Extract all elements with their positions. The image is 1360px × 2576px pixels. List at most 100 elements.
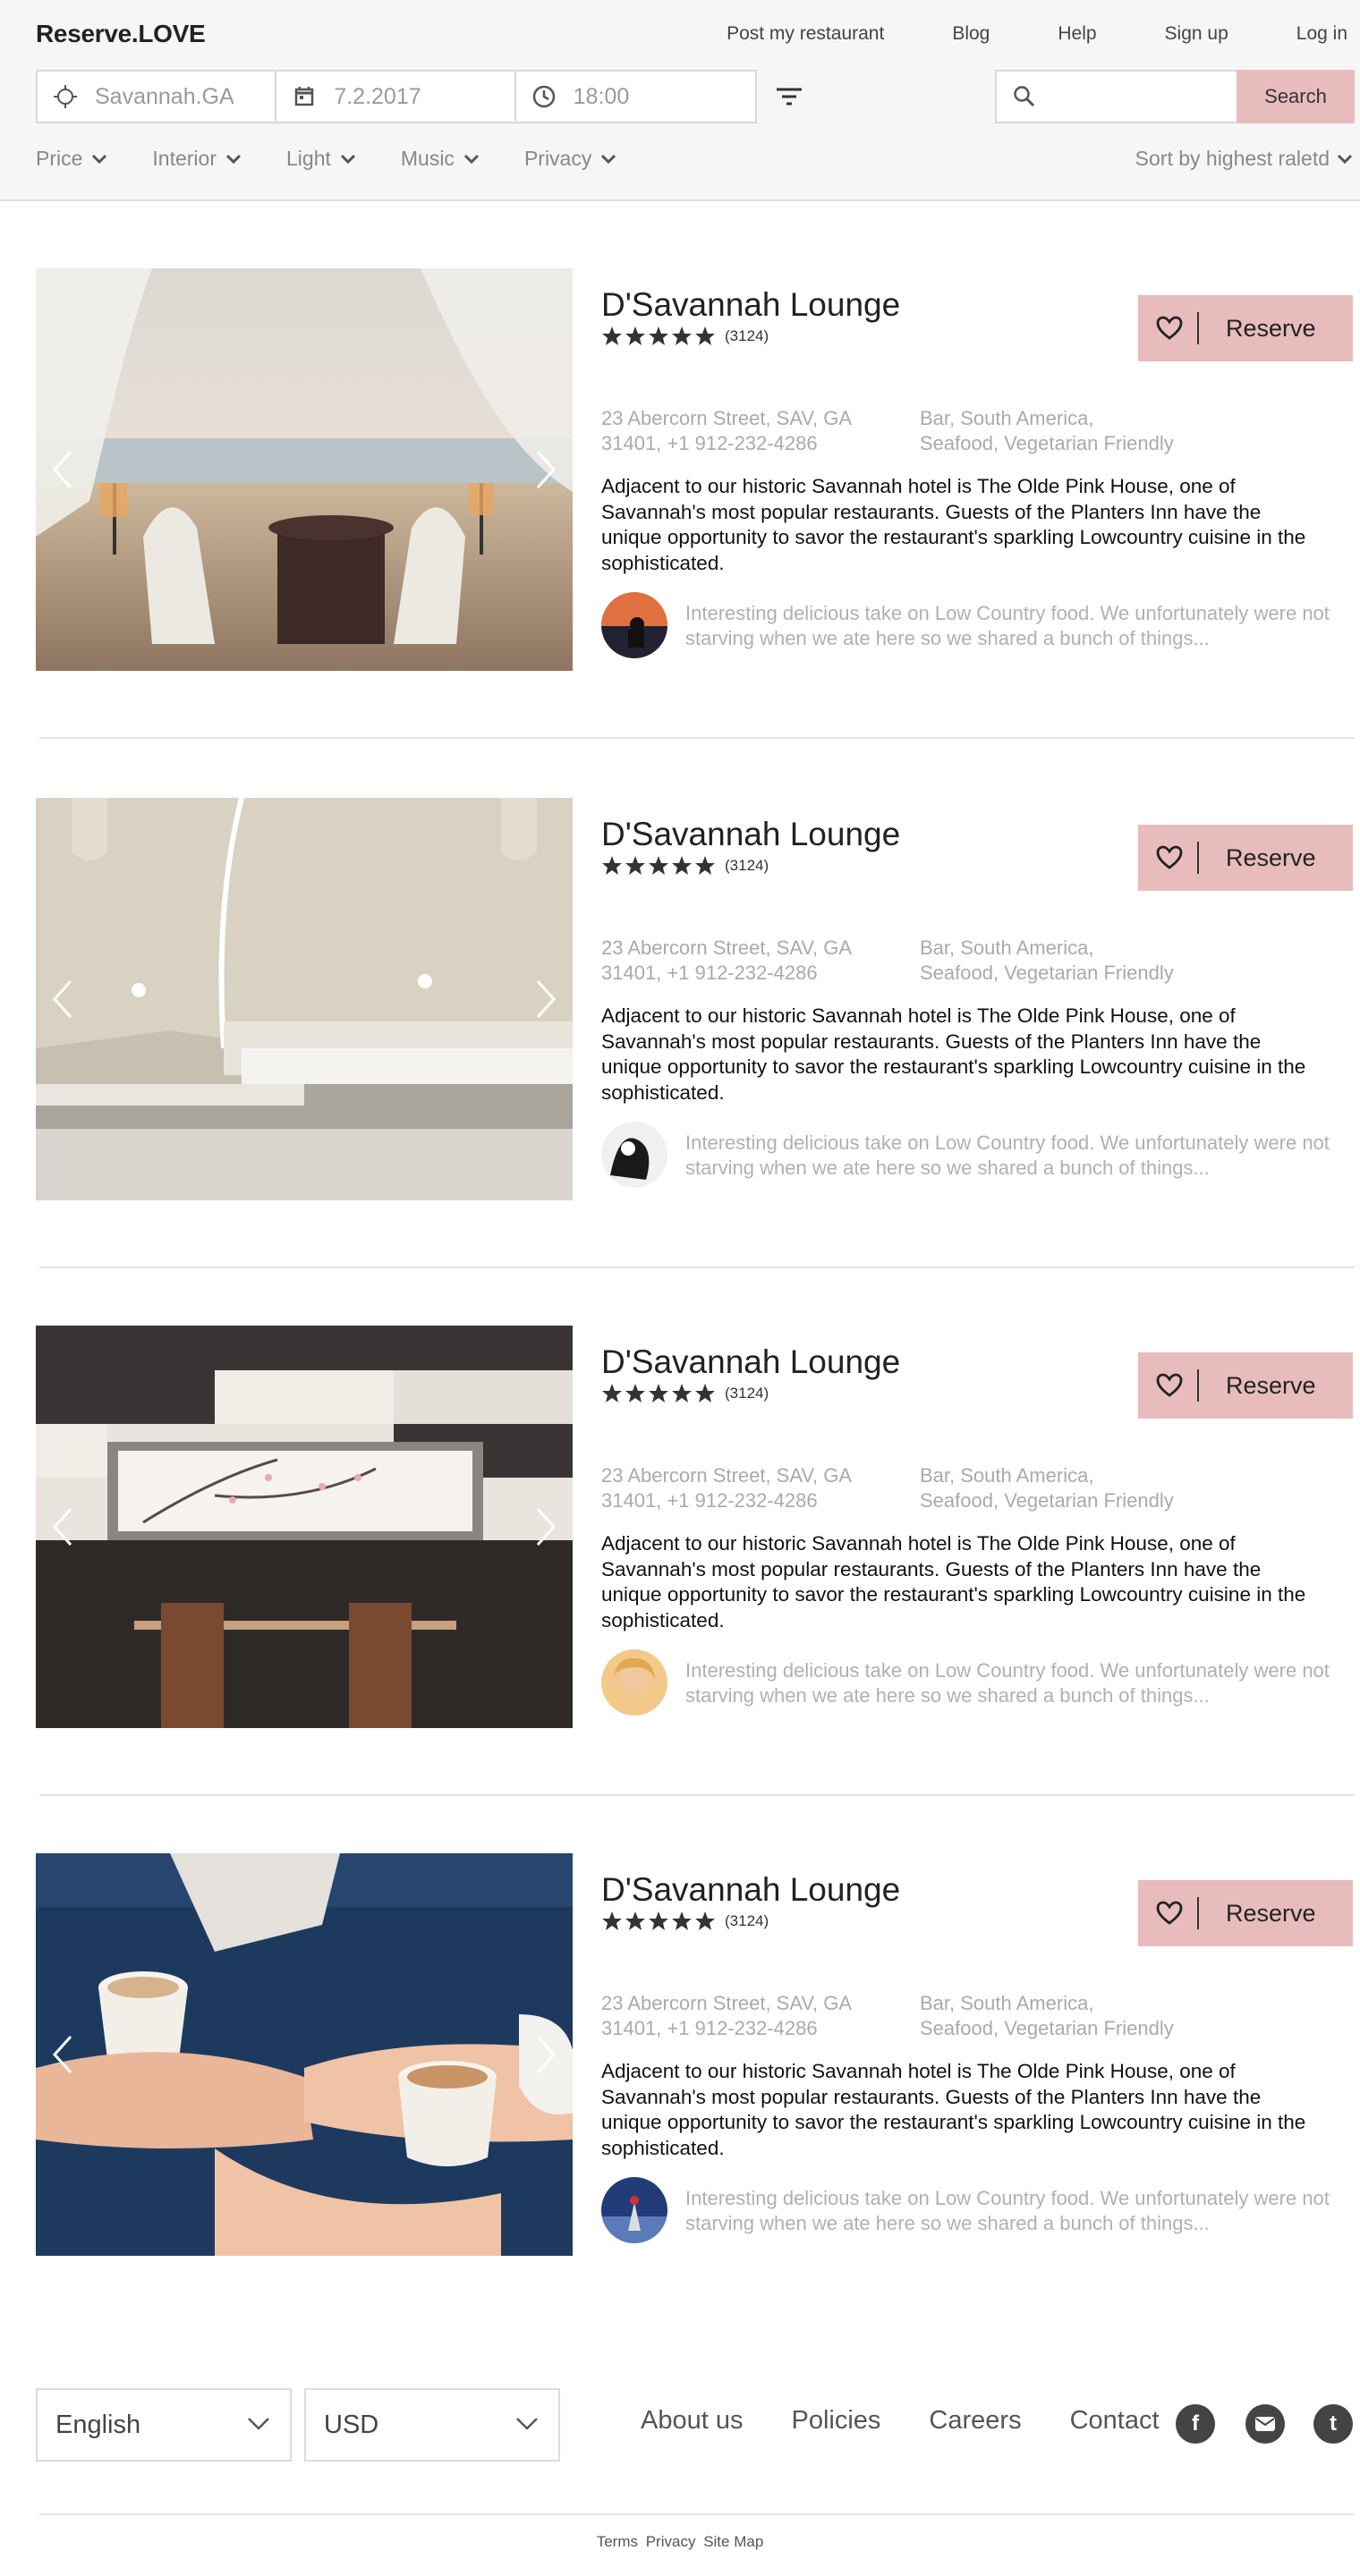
address-line: 23 Abercorn Street, SAV, GA bbox=[601, 1992, 853, 2014]
divider bbox=[1197, 312, 1199, 344]
nav-post-restaurant[interactable]: Post my restaurant bbox=[727, 23, 884, 45]
restaurant-cuisine: Bar, South America, Seafood, Vegetarian … bbox=[920, 1991, 1278, 2041]
address-line: 31401, +1 912-232-4286 bbox=[601, 962, 818, 984]
currency-select[interactable]: USD bbox=[304, 2388, 560, 2462]
date-field[interactable]: 7.2.2017 bbox=[276, 72, 516, 122]
sort-dropdown[interactable]: Sort by highest raletd bbox=[1135, 147, 1353, 171]
nav-blog[interactable]: Blog bbox=[952, 23, 990, 45]
nav-sign-up[interactable]: Sign up bbox=[1165, 23, 1228, 45]
reserve-button[interactable]: Reserve bbox=[1138, 295, 1353, 361]
restaurant-name[interactable]: D'Savannah Lounge bbox=[601, 286, 900, 324]
footer-nav: About us Policies Careers Contact bbox=[641, 2406, 1208, 2436]
restaurant-name[interactable]: D'Savannah Lounge bbox=[601, 1343, 900, 1381]
reviewer-avatar[interactable] bbox=[601, 2177, 667, 2243]
restaurant-address: 23 Abercorn Street, SAV, GA 31401, +1 91… bbox=[601, 1991, 897, 2041]
restaurant-address: 23 Abercorn Street, SAV, GA 31401, +1 91… bbox=[601, 1463, 897, 1513]
filter-price[interactable]: Price bbox=[36, 147, 107, 171]
address-line: 31401, +1 912-232-4286 bbox=[601, 432, 818, 454]
time-field[interactable]: 18:00 bbox=[516, 72, 755, 122]
legal-sitemap[interactable]: Site Map bbox=[703, 2533, 763, 2550]
restaurant-info: D'Savannah Lounge (3124) Reserve 23 Aber… bbox=[601, 1326, 1353, 1728]
restaurant-description: Adjacent to our historic Savannah hotel … bbox=[601, 2060, 1306, 2159]
restaurant-card: D'Savannah Lounge (3124) Reserve 23 Aber… bbox=[36, 268, 1353, 671]
footer-link-policies[interactable]: Policies bbox=[791, 2406, 880, 2436]
reserve-label: Reserve bbox=[1226, 1371, 1316, 1399]
reserve-button[interactable]: Reserve bbox=[1138, 1880, 1353, 1946]
chevron-right-icon bbox=[536, 979, 556, 1019]
carousel-next-button[interactable] bbox=[528, 447, 564, 492]
carousel-prev-button[interactable] bbox=[45, 1504, 81, 1549]
language-value: English bbox=[55, 2410, 141, 2439]
footer-link-careers[interactable]: Careers bbox=[929, 2406, 1021, 2436]
reserve-label: Reserve bbox=[1226, 843, 1316, 871]
email-icon[interactable] bbox=[1245, 2404, 1285, 2444]
address-line: 31401, +1 912-232-4286 bbox=[601, 1489, 818, 1512]
restaurant-photo bbox=[36, 268, 573, 671]
reviewer-avatar[interactable] bbox=[601, 592, 667, 658]
reserve-button[interactable]: Reserve bbox=[1138, 1352, 1353, 1419]
carousel-prev-button[interactable] bbox=[45, 447, 81, 492]
star-rating: (3124) bbox=[601, 855, 769, 877]
address-line: 23 Abercorn Street, SAV, GA bbox=[601, 407, 853, 429]
carousel-next-button[interactable] bbox=[528, 1504, 564, 1549]
reviewer-avatar[interactable] bbox=[601, 1649, 667, 1716]
review-count: (3124) bbox=[725, 327, 769, 344]
restaurant-name[interactable]: D'Savannah Lounge bbox=[601, 1871, 900, 1909]
filter-label: Price bbox=[36, 147, 83, 170]
avatar-image bbox=[601, 1649, 667, 1716]
footer-link-about[interactable]: About us bbox=[641, 2406, 743, 2436]
filter-interior[interactable]: Interior bbox=[152, 147, 242, 171]
nav-help[interactable]: Help bbox=[1058, 23, 1096, 45]
search-input[interactable] bbox=[1050, 85, 1229, 108]
chevron-down-icon bbox=[516, 2418, 538, 2430]
filter-icon[interactable] bbox=[775, 84, 803, 109]
filter-label: Interior bbox=[152, 147, 217, 170]
location-field[interactable]: Savannah.GA bbox=[38, 72, 277, 122]
filter-music[interactable]: Music bbox=[401, 147, 480, 171]
listing-divider bbox=[39, 737, 1355, 739]
divider bbox=[1197, 1369, 1199, 1402]
carousel-next-button[interactable] bbox=[528, 977, 564, 1021]
legal-privacy[interactable]: Privacy bbox=[646, 2533, 696, 2550]
star-rating: (3124) bbox=[601, 1383, 769, 1404]
cuisine-line: Seafood, Vegetarian Friendly bbox=[920, 2017, 1174, 2039]
legal-terms[interactable]: Terms bbox=[597, 2533, 638, 2550]
tumblr-icon[interactable]: t bbox=[1313, 2404, 1353, 2444]
carousel-prev-button[interactable] bbox=[45, 2032, 81, 2077]
filter-label: Light bbox=[286, 147, 331, 170]
heart-icon bbox=[1156, 845, 1183, 869]
restaurant-photo-carousel[interactable] bbox=[36, 1853, 573, 2256]
chevron-down-icon bbox=[1337, 154, 1353, 164]
chevron-left-icon bbox=[53, 2035, 72, 2074]
filter-light[interactable]: Light bbox=[286, 147, 356, 171]
reviewer-avatar[interactable] bbox=[601, 1122, 667, 1188]
carousel-prev-button[interactable] bbox=[45, 977, 81, 1021]
divider bbox=[1197, 842, 1199, 874]
restaurant-info: D'Savannah Lounge (3124) Reserve 23 Aber… bbox=[601, 268, 1353, 671]
restaurant-photo-carousel[interactable] bbox=[36, 268, 573, 671]
star-rating: (3124) bbox=[601, 1911, 769, 1932]
restaurant-cuisine: Bar, South America, Seafood, Vegetarian … bbox=[920, 936, 1278, 986]
filter-privacy[interactable]: Privacy bbox=[524, 147, 616, 171]
carousel-next-button[interactable] bbox=[528, 2032, 564, 2077]
cuisine-line: Bar, South America, bbox=[920, 936, 1094, 959]
cuisine-line: Bar, South America, bbox=[920, 407, 1094, 429]
restaurant-photo-carousel[interactable] bbox=[36, 1326, 573, 1728]
heart-icon bbox=[1156, 1901, 1183, 1925]
restaurant-name[interactable]: D'Savannah Lounge bbox=[601, 816, 900, 853]
restaurant-info: D'Savannah Lounge (3124) Reserve 23 Aber… bbox=[601, 1853, 1353, 2256]
cuisine-line: Bar, South America, bbox=[920, 1992, 1094, 2014]
reserve-button[interactable]: Reserve bbox=[1138, 825, 1353, 891]
booking-search-bar: Savannah.GA 7.2.2017 18:00 bbox=[36, 70, 757, 123]
restaurant-photo-carousel[interactable] bbox=[36, 798, 573, 1200]
footer-link-contact[interactable]: Contact bbox=[1070, 2406, 1160, 2436]
heart-icon bbox=[1156, 316, 1183, 340]
language-select[interactable]: English bbox=[36, 2388, 292, 2462]
search-button[interactable]: Search bbox=[1237, 70, 1355, 123]
site-logo[interactable]: Reserve.LOVE bbox=[36, 20, 206, 48]
search-field[interactable] bbox=[995, 70, 1238, 123]
facebook-icon[interactable]: f bbox=[1176, 2404, 1215, 2444]
nav-log-in[interactable]: Log in bbox=[1296, 23, 1347, 45]
restaurant-cuisine: Bar, South America, Seafood, Vegetarian … bbox=[920, 406, 1278, 456]
restaurant-card: D'Savannah Lounge (3124) Reserve 23 Aber… bbox=[36, 1853, 1353, 2256]
